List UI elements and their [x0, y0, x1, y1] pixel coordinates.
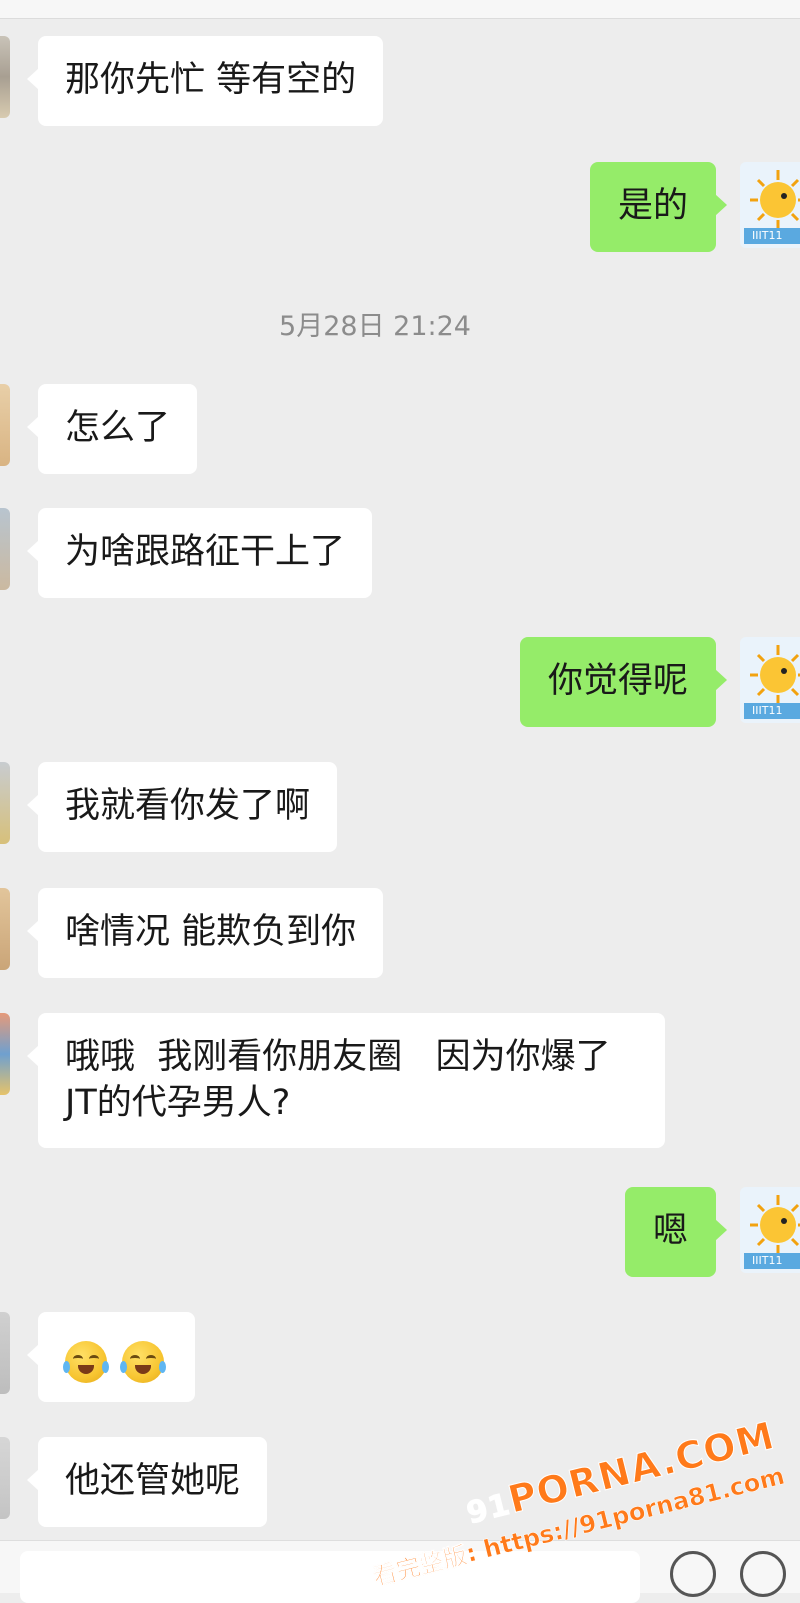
message-input[interactable]	[20, 1551, 640, 1603]
message-text: 怎么了	[65, 408, 171, 448]
message-text-line-2: JT的代孕男人?	[65, 1083, 291, 1123]
user-avatar[interactable]: IIIT11	[740, 162, 800, 248]
message-bubble-left[interactable]: 为啥跟路征干上了	[26, 508, 373, 598]
message-text: 我就看你发了啊	[65, 786, 311, 826]
message-text: 啥情况 能欺负到你	[65, 912, 357, 952]
message-bubble-left[interactable]: 怎么了	[26, 384, 198, 474]
top-bar	[0, 0, 800, 19]
user-avatar[interactable]: IIIT11	[740, 637, 800, 723]
contact-avatar[interactable]	[0, 888, 10, 970]
message-text: 那你先忙 等有空的	[65, 60, 357, 100]
contact-avatar[interactable]	[0, 36, 10, 118]
timestamp: 5月28日 21:24	[279, 311, 471, 342]
message-text: 他还管她呢	[65, 1461, 241, 1501]
message-text: 是的	[617, 186, 688, 226]
message-text-line-1: 哦哦 我刚看你朋友圈 因为你爆了	[65, 1037, 611, 1077]
contact-avatar[interactable]	[0, 1437, 10, 1519]
laughing-crying-emoji-icon	[63, 1341, 109, 1383]
message-bubble-left[interactable]: 哦哦 我刚看你朋友圈 因为你爆了 JT的代孕男人?	[27, 1013, 665, 1148]
contact-avatar[interactable]	[0, 508, 10, 590]
message-bubble-left[interactable]: 啥情况 能欺负到你	[26, 888, 384, 978]
avatar-label: IIIT11	[752, 1254, 783, 1267]
laughing-crying-emoji-icon	[120, 1341, 167, 1383]
message-bubble-left[interactable]	[26, 1312, 196, 1402]
contact-avatar[interactable]	[0, 1013, 10, 1095]
message-bubble-right[interactable]: 你觉得呢	[519, 637, 728, 727]
contact-avatar[interactable]	[0, 762, 10, 844]
message-bubble-left[interactable]: 那你先忙 等有空的	[26, 36, 384, 126]
add-button-icon[interactable]	[740, 1551, 786, 1597]
message-text: 你觉得呢	[547, 661, 688, 701]
avatar-label: IIIT11	[752, 704, 783, 717]
message-bubble-left[interactable]: 我就看你发了啊	[26, 762, 338, 852]
message-text: 嗯	[652, 1211, 688, 1251]
chat-area: 那你先忙 等有空的 是的 IIIT11 5月28日 21:24 怎么了 为啥跟路…	[0, 0, 800, 1603]
message-bubble-right[interactable]: 是的	[589, 162, 728, 252]
message-text: 为啥跟路征干上了	[65, 532, 346, 572]
emoji-button-icon[interactable]	[670, 1551, 716, 1597]
contact-avatar[interactable]	[0, 384, 10, 466]
message-bubble-right[interactable]: 嗯	[624, 1187, 728, 1277]
contact-avatar[interactable]	[0, 1312, 10, 1394]
avatar-label: IIIT11	[752, 229, 783, 242]
message-bubble-left[interactable]: 他还管她呢	[26, 1437, 268, 1527]
user-avatar[interactable]: IIIT11	[740, 1187, 800, 1273]
